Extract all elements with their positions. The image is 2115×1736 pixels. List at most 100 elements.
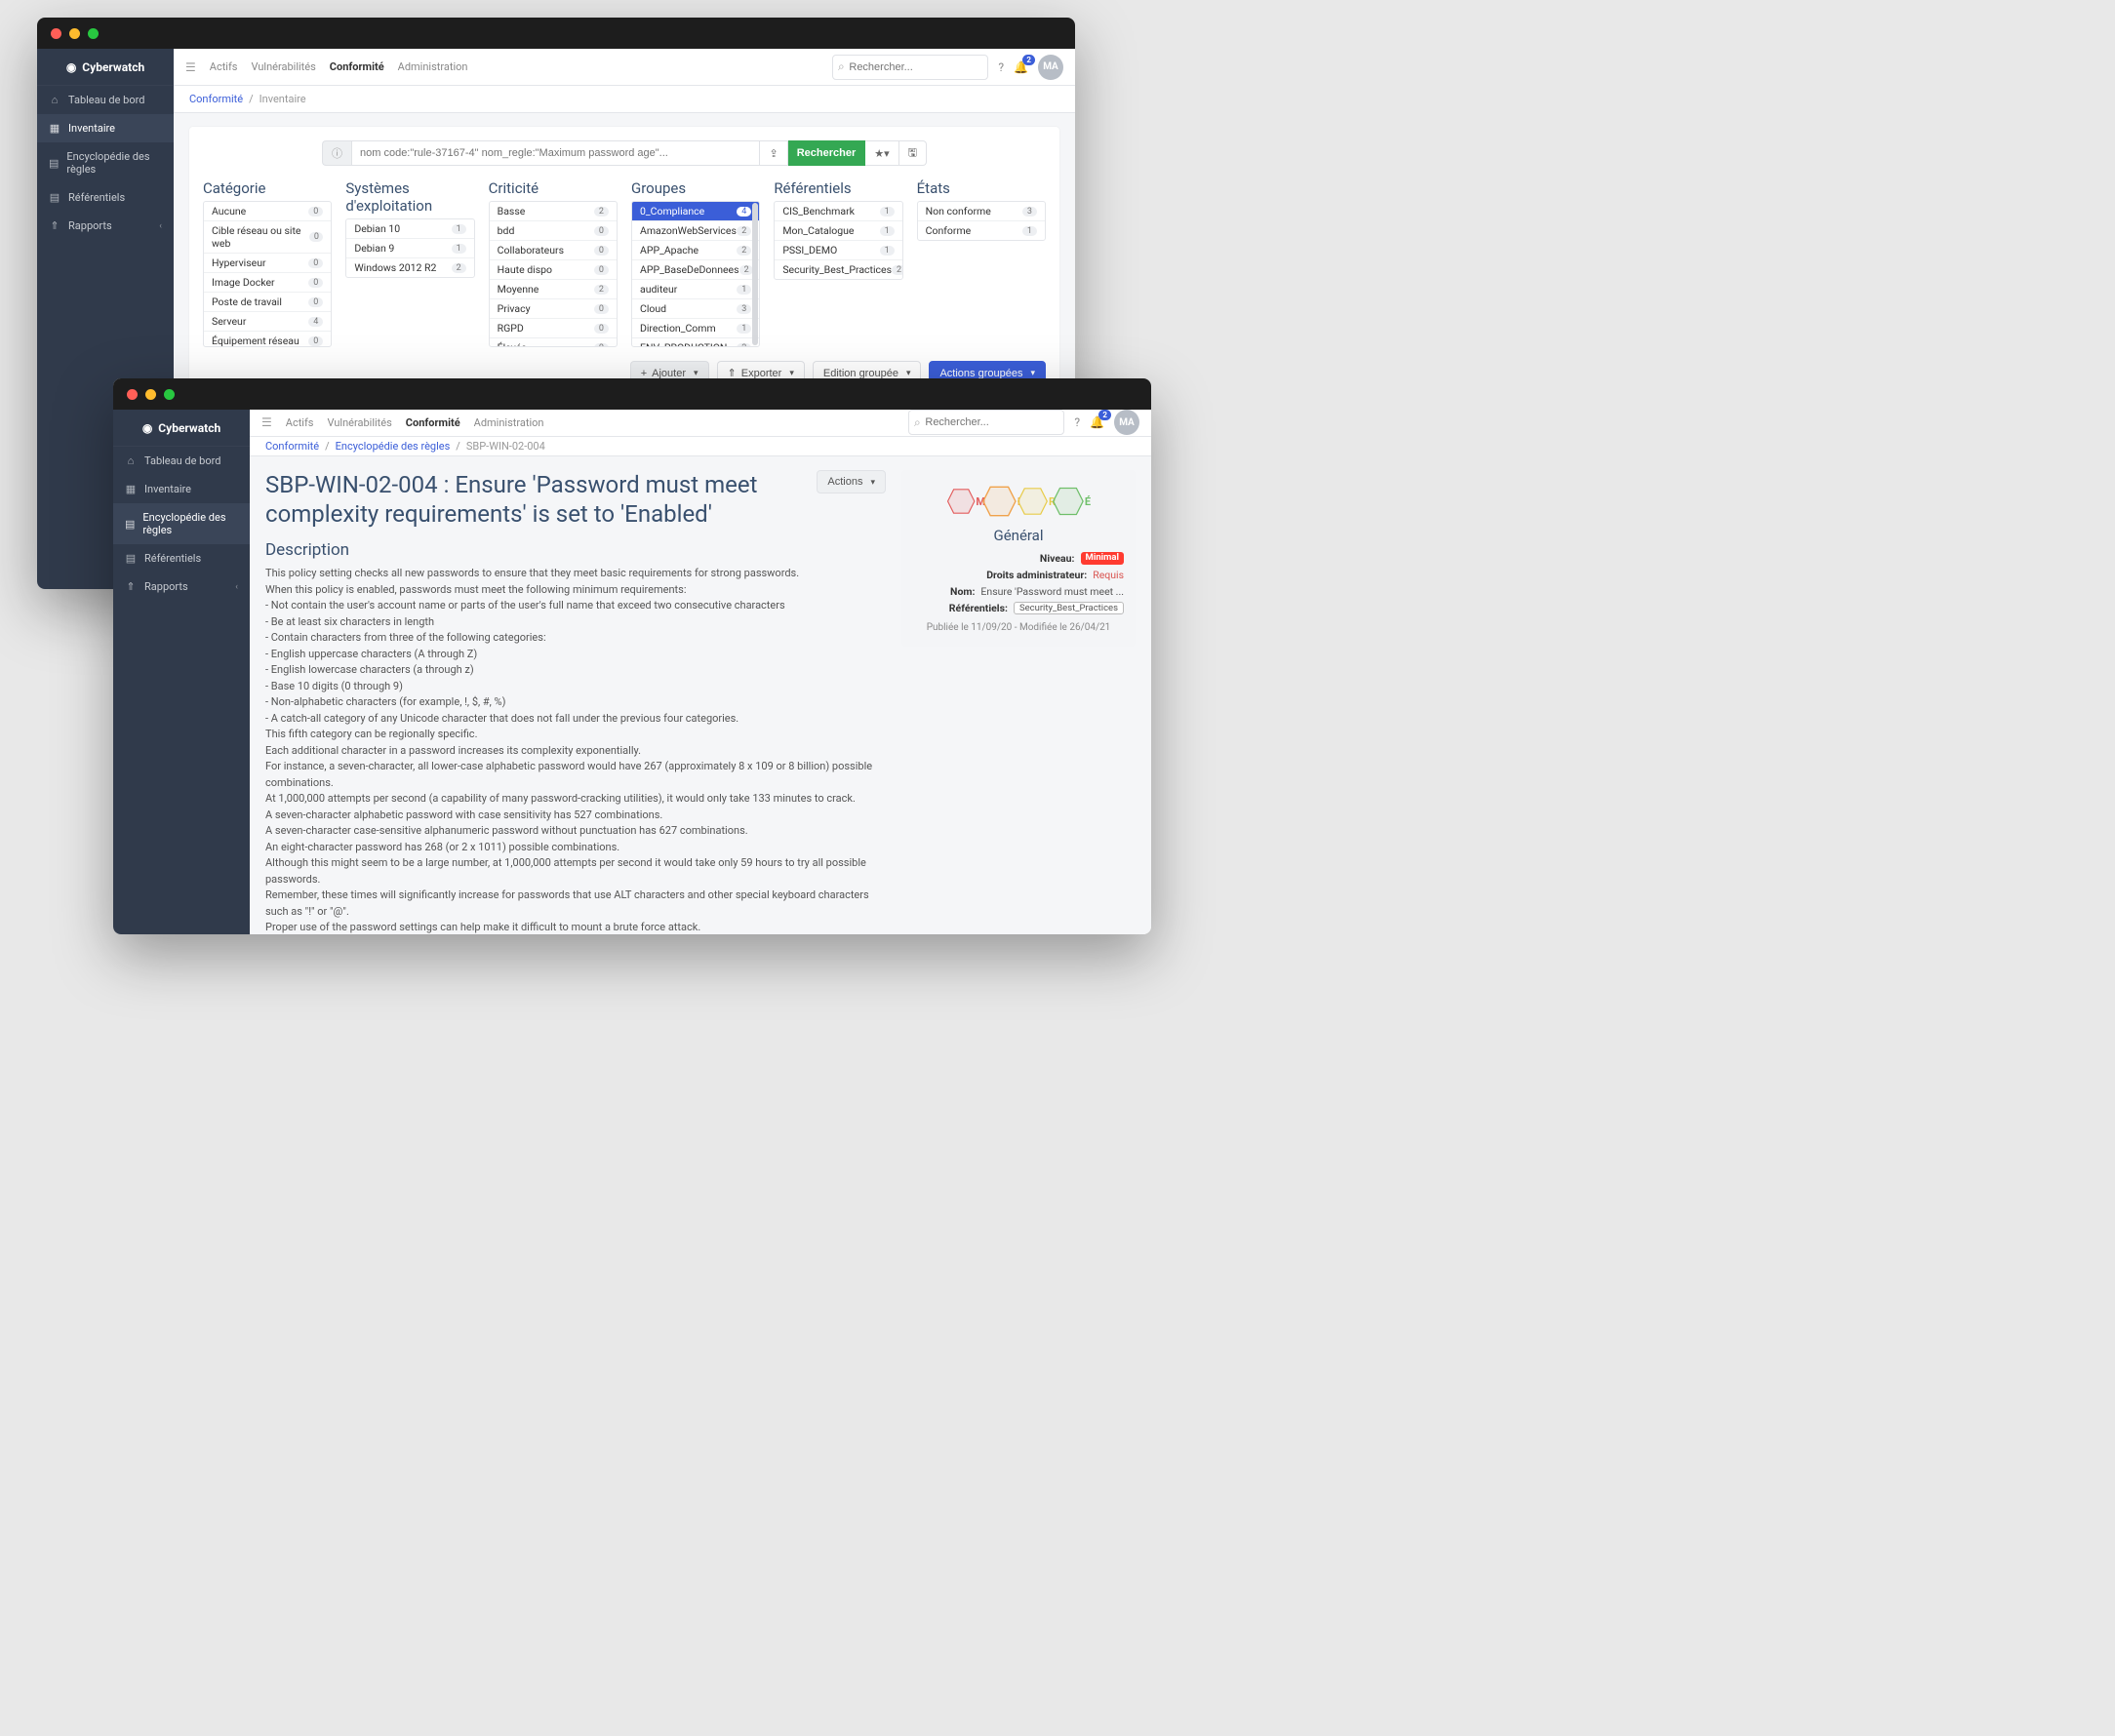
filter-item[interactable]: Non conforme3 — [918, 202, 1045, 221]
close-dot[interactable] — [127, 389, 138, 400]
filter-item[interactable]: Image Docker0 — [204, 273, 331, 293]
filter-label: Hyperviseur — [212, 256, 266, 269]
nav-vuln[interactable]: Vulnérabilités — [327, 416, 391, 429]
help-icon[interactable]: ? — [998, 60, 1004, 74]
nav-actifs[interactable]: Actifs — [286, 416, 314, 429]
filter-item[interactable]: RGPD 0 — [490, 319, 617, 338]
filter-item[interactable]: Haute dispo0 — [490, 260, 617, 280]
avatar[interactable]: MA — [1114, 410, 1139, 435]
avatar[interactable]: MA — [1038, 55, 1063, 80]
filter-label: RGPD — [498, 322, 524, 335]
filter-item[interactable]: AmazonWebServices2 — [632, 221, 759, 241]
filter-item[interactable]: APP_Apache2 — [632, 241, 759, 260]
filter-item[interactable]: Mon_Catalogue1 — [775, 221, 901, 241]
filter-item[interactable]: Hyperviseur0 — [204, 254, 331, 273]
max-dot[interactable] — [88, 28, 99, 39]
nav-icon: ⌂ — [125, 454, 137, 467]
brand-text: Cyberwatch — [82, 60, 144, 74]
filter-item[interactable]: Serveur4 — [204, 312, 331, 332]
search-input[interactable] — [925, 416, 1063, 428]
min-dot[interactable] — [145, 389, 156, 400]
bell-icon[interactable]: 🔔2 — [1014, 60, 1028, 74]
ref-pill[interactable]: Security_Best_Practices — [1014, 602, 1124, 614]
filter-item[interactable]: Windows 2012 R22 — [346, 258, 473, 277]
filter-item[interactable]: auditeur1 — [632, 280, 759, 299]
titlebar — [113, 378, 1151, 410]
nav-label: Référentiels — [68, 191, 125, 204]
filter-count: 4 — [308, 317, 323, 327]
sidebar-item-r-f-rentiels[interactable]: ▤Référentiels — [37, 183, 174, 212]
nav-vuln[interactable]: Vulnérabilités — [251, 60, 315, 73]
filter-item[interactable]: Debian 101 — [346, 219, 473, 239]
sidebar-item-rapports[interactable]: ⇑Rapports‹ — [113, 572, 250, 601]
sidebar-item-tableau-de-bord[interactable]: ⌂Tableau de bord — [113, 447, 250, 475]
global-search[interactable]: ⌕ — [908, 410, 1064, 435]
topbar: ☰ Actifs Vulnérabilités Conformité Admin… — [250, 410, 1151, 437]
sidebar-item-encyclop-die-des-r-gles[interactable]: ▤Encyclopédie des règles — [113, 503, 250, 544]
actions-button[interactable]: Actions — [817, 470, 886, 493]
filter-item[interactable]: bdd0 — [490, 221, 617, 241]
filter-item[interactable]: Basse2 — [490, 202, 617, 221]
sidebar-item-encyclop-die-des-r-gles[interactable]: ▤Encyclopédie des règles — [37, 142, 174, 183]
rule-document: SBP-WIN-02-004 : Ensure 'Password must m… — [265, 470, 886, 934]
filter-label: Debian 9 — [354, 242, 394, 255]
menu-icon[interactable]: ☰ — [261, 415, 272, 429]
filter-label: ENV_PRODUCTION — [640, 341, 727, 347]
filter-item[interactable]: Privacy0 — [490, 299, 617, 319]
filter-item[interactable]: Conforme1 — [918, 221, 1045, 240]
filter-item[interactable]: PSSI_DEMO1 — [775, 241, 901, 260]
nav-actifs[interactable]: Actifs — [210, 60, 238, 73]
sidebar-item-inventaire[interactable]: ▦Inventaire — [37, 114, 174, 142]
filter-count: 0 — [594, 324, 609, 334]
sidebar-item-inventaire[interactable]: ▦Inventaire — [113, 475, 250, 503]
search-button[interactable]: Rechercher — [788, 140, 866, 166]
nav-conformite[interactable]: Conformité — [330, 60, 384, 73]
hex-badge: M — [946, 484, 985, 519]
help-icon[interactable]: ? — [1074, 415, 1080, 429]
filter-item[interactable]: Direction_Comm1 — [632, 319, 759, 338]
sidebar-item-tableau-de-bord[interactable]: ⌂Tableau de bord — [37, 86, 174, 114]
filter-count: 0 — [309, 232, 323, 242]
crumb-conformite[interactable]: Conformité — [189, 93, 243, 105]
crumb-conformite[interactable]: Conformité — [265, 440, 319, 453]
filter-label: bdd — [498, 224, 515, 237]
filter-item[interactable]: Aucune0 — [204, 202, 331, 221]
filter-heading: Catégorie — [203, 179, 332, 197]
desc-line: An eight-character password has 268 (or … — [265, 840, 886, 856]
nav-conformite[interactable]: Conformité — [406, 416, 460, 429]
star-button[interactable]: ★▾ — [865, 140, 898, 166]
close-dot[interactable] — [51, 28, 61, 39]
chevron-icon: ‹ — [159, 221, 162, 231]
filter-item[interactable]: Poste de travail0 — [204, 293, 331, 312]
filter-item[interactable]: Security_Best_Practices2 — [775, 260, 901, 279]
filter-item[interactable]: Cible réseau ou site web0 — [204, 221, 331, 254]
filter-input[interactable] — [351, 140, 760, 166]
nav-admin[interactable]: Administration — [398, 60, 468, 73]
filter-item[interactable]: ENV_PRODUCTION2 — [632, 338, 759, 347]
sidebar-item-r-f-rentiels[interactable]: ▤Référentiels — [113, 544, 250, 572]
upload-icon[interactable]: ⇪ — [760, 140, 787, 166]
filter-item[interactable]: Debian 91 — [346, 239, 473, 258]
crumb-rule: SBP-WIN-02-004 — [466, 440, 545, 453]
global-search[interactable]: ⌕ — [832, 55, 988, 80]
filter-item[interactable]: Élevée0 — [490, 338, 617, 347]
search-input[interactable] — [849, 61, 987, 73]
filter-item[interactable]: Cloud3 — [632, 299, 759, 319]
filter-item[interactable]: Collaborateurs0 — [490, 241, 617, 260]
filter-item[interactable]: 0_Compliance4 — [632, 202, 759, 221]
bell-icon[interactable]: 🔔2 — [1090, 415, 1104, 429]
info-key: Nom: — [950, 585, 975, 598]
save-button[interactable]: 🖫 — [899, 140, 927, 166]
crumb-encyclopedie[interactable]: Encyclopédie des règles — [336, 440, 451, 453]
filter-item[interactable]: CIS_Benchmark1 — [775, 202, 901, 221]
max-dot[interactable] — [164, 389, 175, 400]
nav-admin[interactable]: Administration — [474, 416, 544, 429]
sidebar-item-rapports[interactable]: ⇑Rapports‹ — [37, 212, 174, 240]
filter-label: Basse — [498, 205, 526, 217]
filter-item[interactable]: Moyenne2 — [490, 280, 617, 299]
filter-item[interactable]: APP_BaseDeDonnees2 — [632, 260, 759, 280]
info-icon[interactable]: ⓘ — [322, 140, 351, 166]
menu-icon[interactable]: ☰ — [185, 60, 196, 74]
filter-item[interactable]: Équipement réseau0 — [204, 332, 331, 347]
min-dot[interactable] — [69, 28, 80, 39]
